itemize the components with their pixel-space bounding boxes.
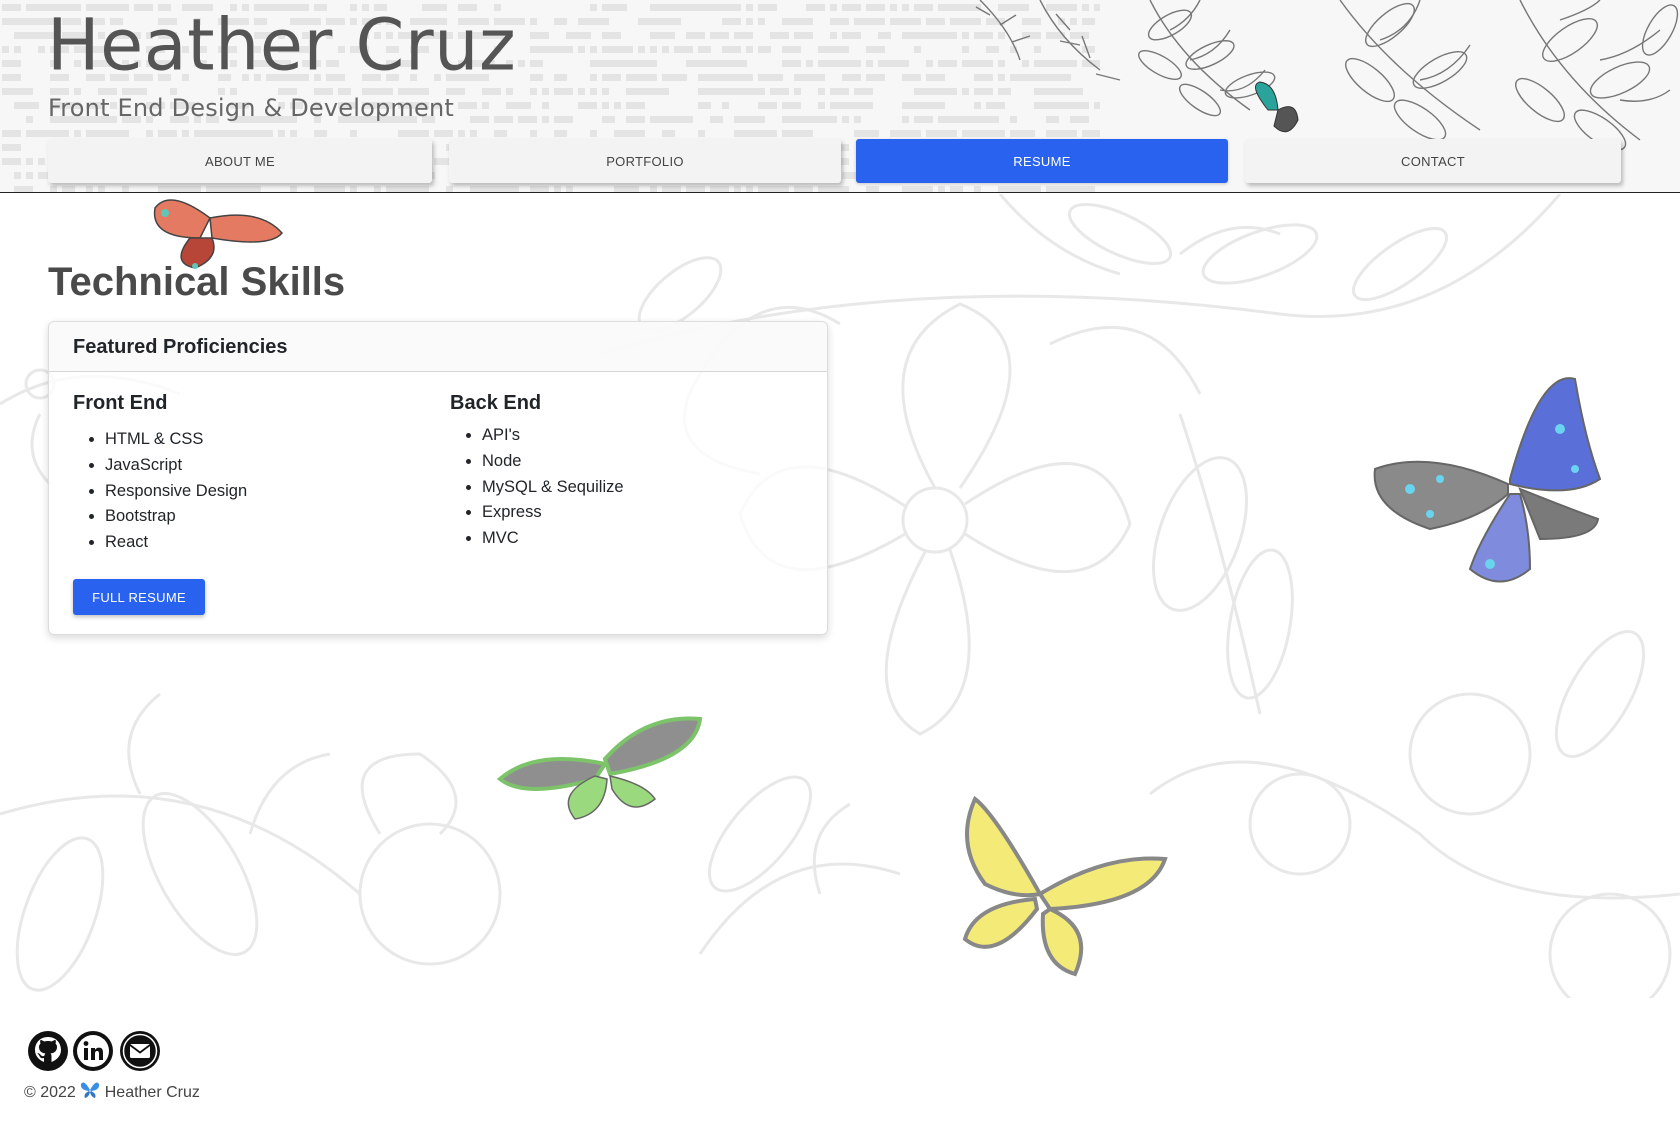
nav-contact-button[interactable]: CONTACT (1245, 139, 1621, 183)
proficiencies-card: Featured Proficiencies Front End HTML & … (48, 321, 828, 635)
copyright-name: Heather Cruz (104, 1084, 200, 1101)
list-item: Responsive Design (105, 479, 247, 505)
butterfly-icon (80, 1081, 100, 1104)
teal-butterfly (1255, 81, 1299, 133)
list-item: Node (482, 449, 624, 475)
site-header: Heather Cruz Front End Design & Developm… (0, 0, 1680, 193)
list-item: Bootstrap (105, 504, 247, 530)
main-nav: ABOUT ME PORTFOLIO RESUME CONTACT (48, 139, 1628, 185)
main-content: Technical Skills Featured Proficiencies … (0, 194, 1680, 998)
list-item: HTML & CSS (105, 427, 247, 453)
section-title: Technical Skills (48, 260, 346, 304)
linkedin-icon[interactable] (72, 1030, 114, 1072)
nav-about-me-button[interactable]: ABOUT ME (48, 139, 432, 183)
nav-resume-button[interactable]: RESUME (856, 139, 1228, 183)
list-item: React (105, 530, 247, 556)
site-subtitle: Front End Design & Development (48, 94, 454, 122)
front-end-heading: Front End (73, 392, 168, 414)
site-footer: © 2022 Heather Cruz (0, 998, 1680, 1129)
list-item: Express (482, 500, 624, 526)
copyright: © 2022 Heather Cruz (24, 1081, 200, 1104)
back-end-list: API's Node MySQL & Sequilize Express MVC (450, 423, 624, 552)
back-end-heading: Back End (450, 392, 542, 414)
site-title: Heather Cruz (47, 3, 517, 87)
email-icon[interactable] (119, 1030, 161, 1072)
blue-butterfly (1373, 377, 1602, 583)
copyright-year: © 2022 (24, 1084, 76, 1101)
github-icon[interactable] (27, 1030, 69, 1072)
yellow-butterfly (962, 795, 1168, 977)
list-item: MVC (482, 526, 624, 552)
full-resume-button[interactable]: FULL RESUME (73, 579, 205, 615)
list-item: MySQL & Sequilize (482, 475, 624, 501)
back-end-column: Back End API's Node MySQL & Sequilize Ex… (450, 392, 624, 552)
card-title: Featured Proficiencies (49, 322, 827, 372)
list-item: API's (482, 423, 624, 449)
front-end-column: Front End HTML & CSS JavaScript Responsi… (73, 392, 247, 556)
orange-butterfly (153, 199, 283, 269)
nav-portfolio-button[interactable]: PORTFOLIO (449, 139, 841, 183)
list-item: JavaScript (105, 453, 247, 479)
green-butterfly (496, 716, 703, 820)
front-end-list: HTML & CSS JavaScript Responsive Design … (73, 427, 247, 556)
